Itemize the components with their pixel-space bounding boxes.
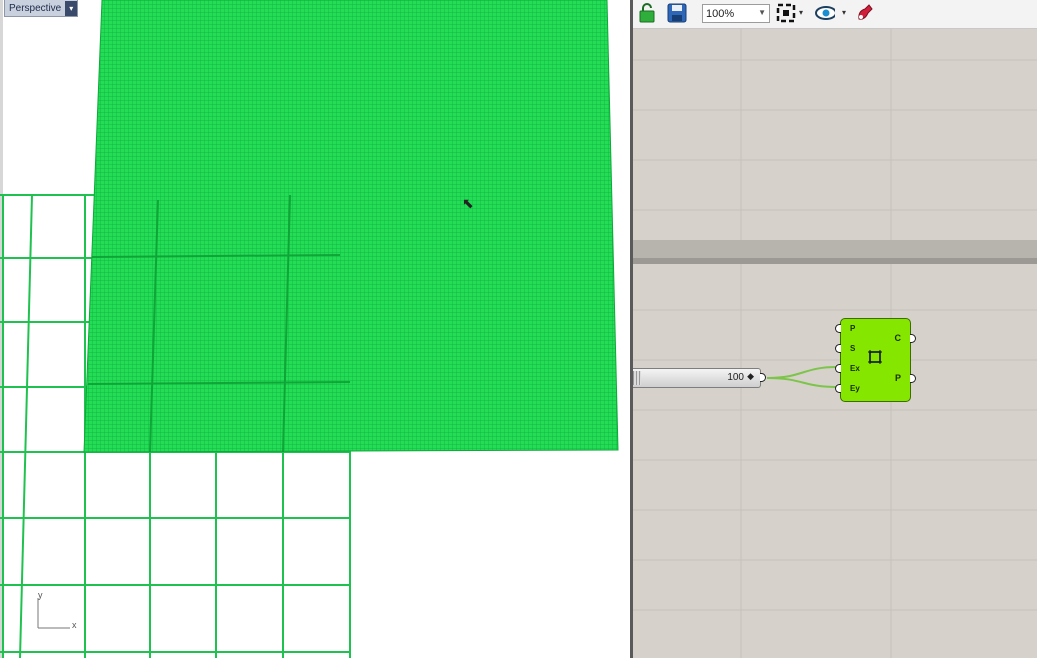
input-grip-s[interactable] [835, 344, 841, 353]
dropdown-dot[interactable]: ▾ [799, 8, 803, 17]
viewport-tab-perspective[interactable]: Perspective ▾ [4, 0, 79, 17]
world-axes-icon [37, 598, 70, 629]
dropdown-dot[interactable]: ▾ [842, 8, 846, 17]
slider-drag-handle[interactable] [633, 371, 641, 385]
input-label-ey: Ey [850, 384, 860, 393]
grid-line [19, 194, 33, 658]
chevron-down-icon: ▼ [758, 8, 766, 17]
input-grip-p[interactable] [835, 324, 841, 333]
input-label-ex: Ex [850, 364, 860, 373]
input-label-s: S [850, 344, 856, 353]
mouse-cursor-icon: ⬉ [462, 195, 474, 211]
slider-diamond-icon[interactable]: ◆ [747, 371, 754, 382]
zoom-extents-icon[interactable] [776, 3, 796, 23]
rectangle-icon [868, 350, 882, 364]
axis-x-label: x [72, 620, 77, 630]
viewport-canvas[interactable] [0, 0, 630, 658]
zoom-level-dropdown[interactable]: 100% ▼ [702, 4, 770, 23]
input-label-p: P [850, 324, 856, 333]
input-grip-ex[interactable] [835, 364, 841, 373]
zoom-level-value: 100% [706, 7, 735, 20]
grasshopper-toolbar: 100% ▼ ▾ ▾ [633, 0, 1037, 29]
number-slider[interactable]: 100 ◆ [633, 368, 761, 388]
axis-y-label: y [38, 590, 43, 600]
lock-icon[interactable] [637, 3, 657, 23]
viewport-tab-label: Perspective [9, 2, 62, 14]
slider-value: 100 [727, 372, 744, 383]
output-label-c: C [894, 333, 902, 343]
canvas-shadow-edge [633, 258, 1037, 264]
rectangle-component[interactable]: P S Ex Ey C P [835, 318, 916, 402]
bake-icon[interactable] [855, 3, 875, 23]
save-icon[interactable] [667, 3, 687, 23]
output-label-p: P [894, 373, 901, 383]
preview-eye-icon[interactable] [815, 3, 835, 23]
rhino-viewport[interactable]: Perspective ▾ y x ⬉ [0, 0, 630, 658]
canvas-background [633, 28, 1037, 658]
grasshopper-editor[interactable]: 100% ▼ ▾ ▾ 100 ◆ P S Ex Ey C P [633, 0, 1037, 658]
input-grip-ey[interactable] [835, 384, 841, 393]
viewport-menu-arrow-icon[interactable]: ▾ [65, 0, 78, 16]
